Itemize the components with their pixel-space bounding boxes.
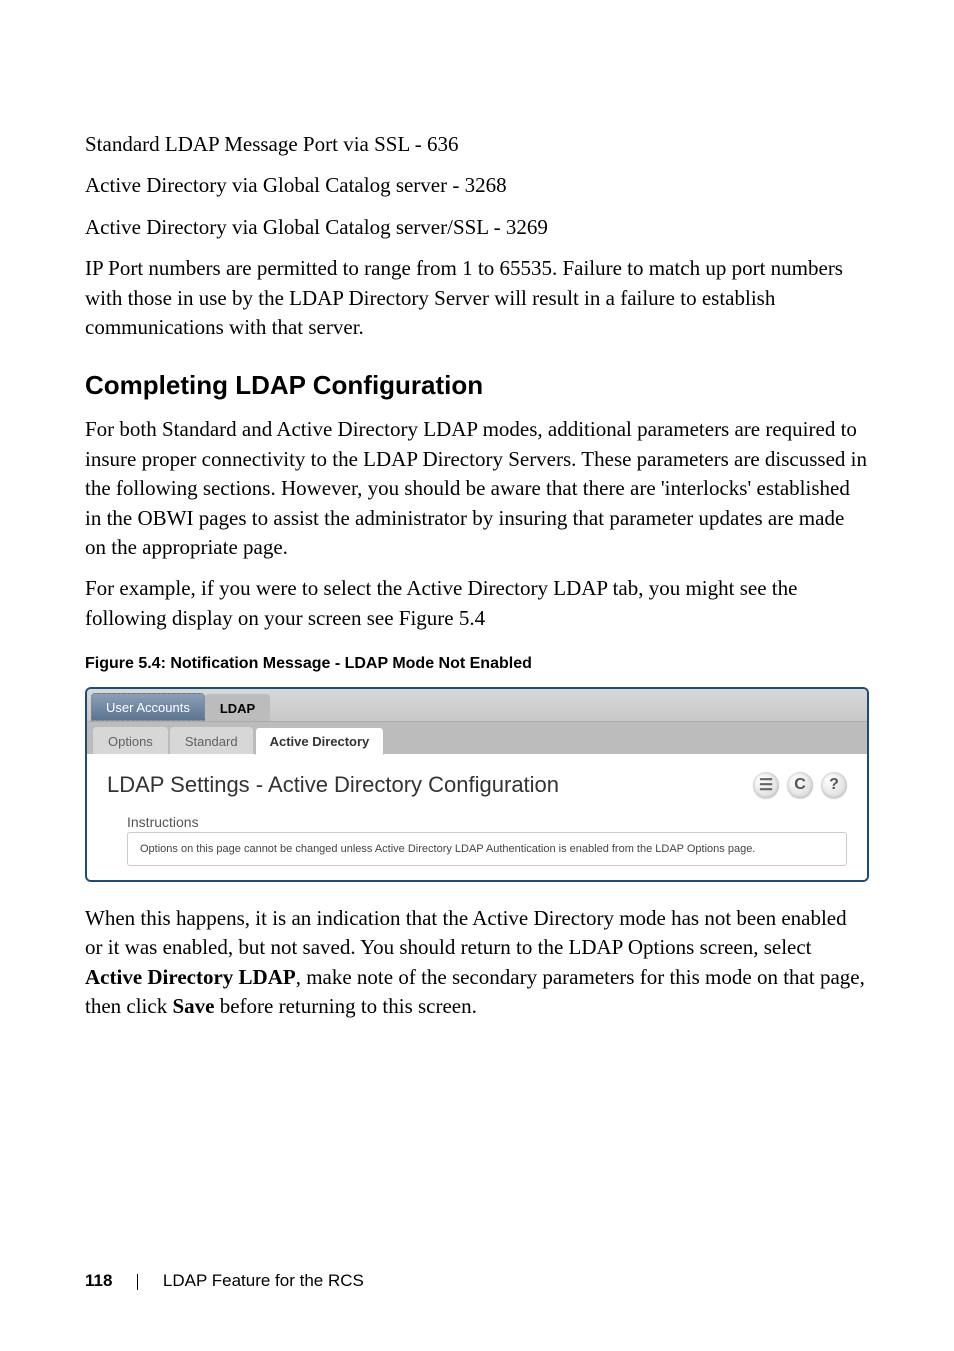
para-ad-gc-ssl-port: Active Directory via Global Catalog serv… — [85, 213, 869, 242]
page-number: 118 — [85, 1271, 112, 1290]
footer-separator — [137, 1274, 138, 1290]
panel-header: LDAP Settings - Active Directory Configu… — [107, 772, 847, 798]
para-ssl-port: Standard LDAP Message Port via SSL - 636 — [85, 130, 869, 159]
instructions-title: Instructions — [127, 814, 847, 830]
figure-caption-5-4: Figure 5.4: Notification Message - LDAP … — [85, 655, 869, 673]
content-panel: LDAP Settings - Active Directory Configu… — [87, 754, 867, 880]
instructions-body: Options on this page cannot be changed u… — [127, 832, 847, 866]
heading-completing-ldap: Completing LDAP Configuration — [85, 370, 869, 401]
refresh-icon[interactable]: C — [787, 772, 813, 798]
chapter-title: LDAP Feature for the RCS — [163, 1271, 364, 1290]
para-explanation: When this happens, it is an indication t… — [85, 904, 869, 1022]
bold-save: Save — [172, 994, 214, 1018]
tab-standard[interactable]: Standard — [170, 727, 253, 754]
tab-options[interactable]: Options — [93, 727, 168, 754]
para-ad-gc-port: Active Directory via Global Catalog serv… — [85, 171, 869, 200]
para-example-intro: For example, if you were to select the A… — [85, 574, 869, 633]
tab-user-accounts[interactable]: User Accounts — [91, 693, 205, 721]
printer-icon[interactable]: ☰ — [753, 772, 779, 798]
panel-title: LDAP Settings - Active Directory Configu… — [107, 772, 559, 798]
bold-active-directory-ldap: Active Directory LDAP — [85, 965, 296, 989]
panel-icons: ☰ C ? — [753, 772, 847, 798]
instructions-box: Instructions Options on this page cannot… — [127, 814, 847, 866]
tab-active-directory[interactable]: Active Directory — [255, 727, 385, 755]
help-icon[interactable]: ? — [821, 772, 847, 798]
page-footer: 118 LDAP Feature for the RCS — [85, 1271, 364, 1291]
para-ldap-modes: For both Standard and Active Directory L… — [85, 415, 869, 562]
tab-ldap[interactable]: LDAP — [205, 694, 270, 721]
para-explanation-part3: before returning to this screen. — [214, 994, 476, 1018]
primary-tab-row: User Accounts LDAP — [87, 689, 867, 721]
ldap-settings-screenshot: User Accounts LDAP Options Standard Acti… — [85, 687, 869, 882]
para-explanation-part1: When this happens, it is an indication t… — [85, 906, 847, 959]
secondary-tab-row: Options Standard Active Directory — [87, 721, 867, 754]
para-ip-port-note: IP Port numbers are permitted to range f… — [85, 254, 869, 342]
